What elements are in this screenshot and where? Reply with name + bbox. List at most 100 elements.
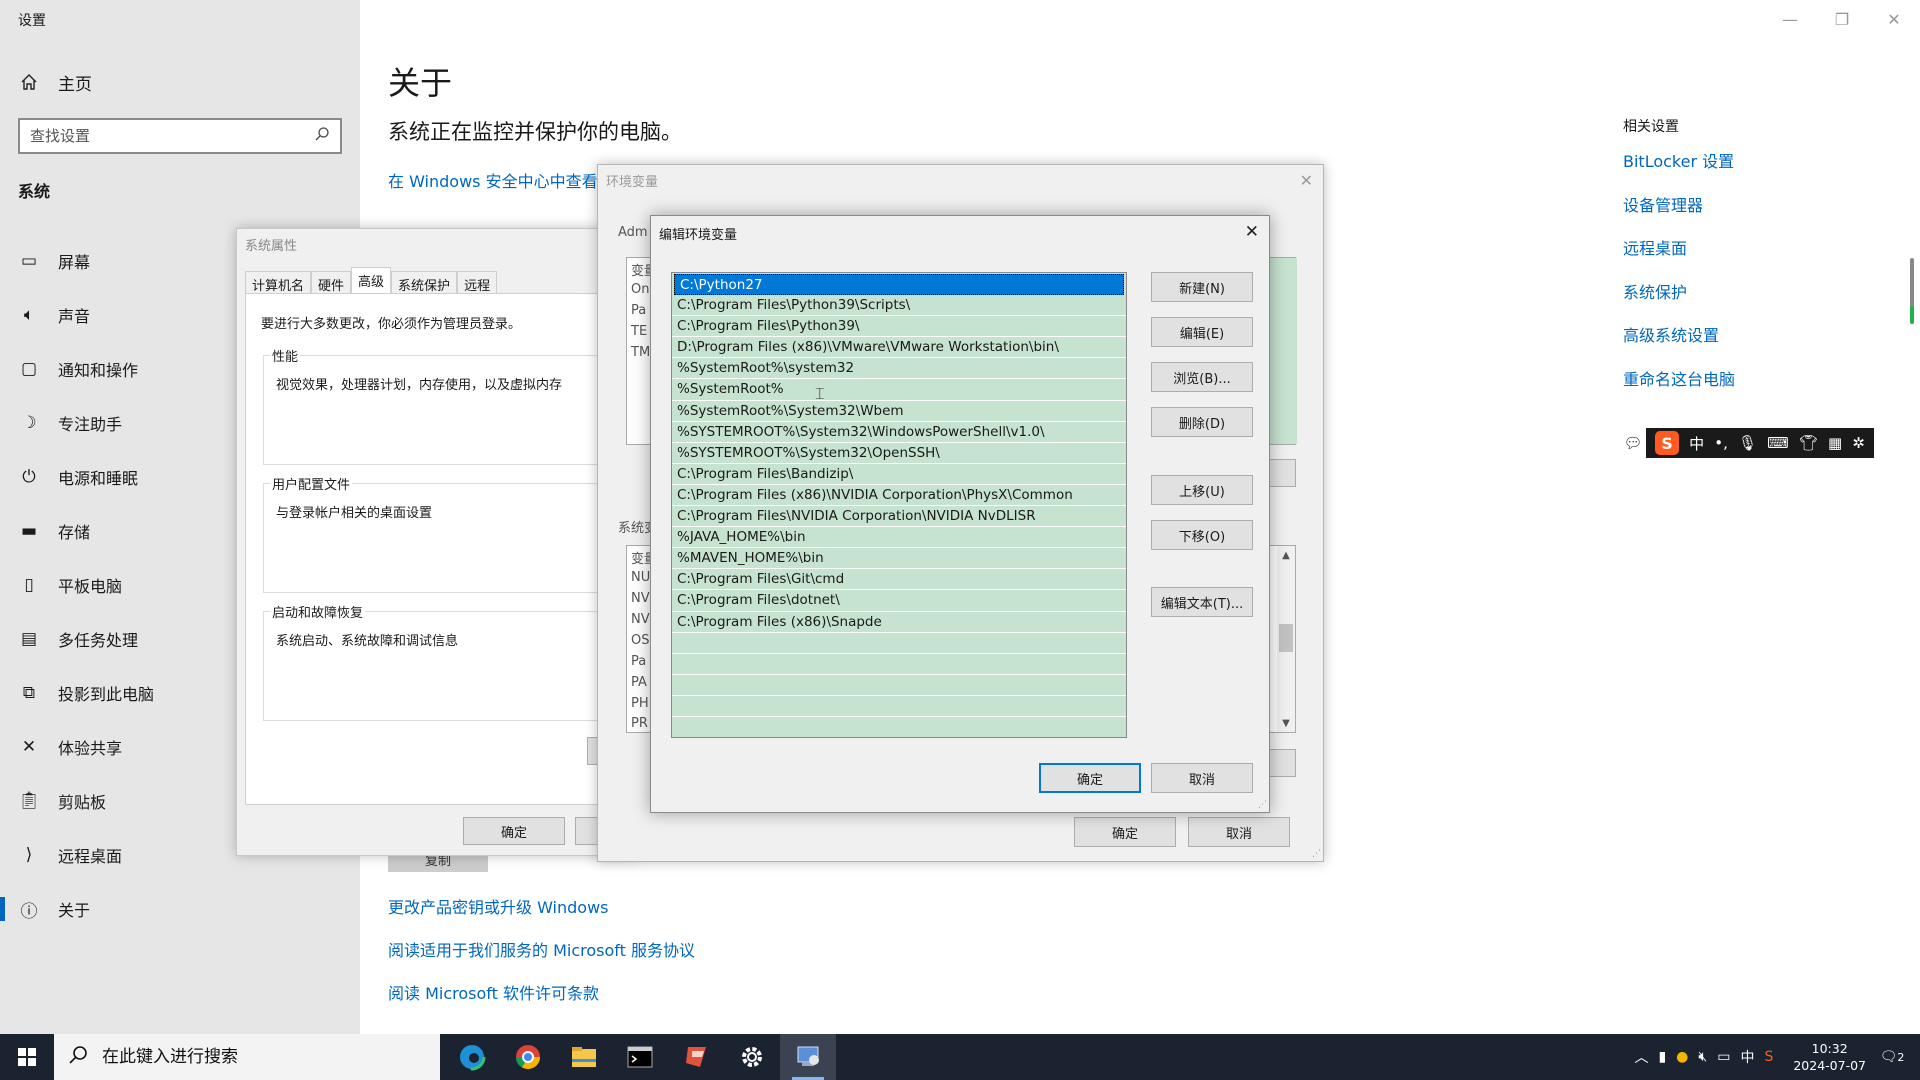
list-item[interactable]: C:\Program Files\Bandizip\ [672, 464, 1126, 485]
list-item[interactable]: C:\Program Files (x86)\Snapde [672, 612, 1126, 633]
list-item[interactable]: %SYSTEMROOT%\System32\OpenSSH\ [672, 443, 1126, 464]
browse-button[interactable]: 浏览(B)... [1151, 362, 1253, 392]
taskbar-search[interactable] [54, 1034, 440, 1080]
table-row[interactable]: Pa [631, 654, 646, 669]
table-row[interactable]: PA [631, 675, 647, 690]
table-row[interactable]: NV [631, 591, 650, 606]
ime-help-icon[interactable]: 💬︎ [1620, 434, 1646, 452]
rename-pc-link[interactable]: 重命名这台电脑 [1623, 366, 1883, 410]
ime-punctuation[interactable]: •, [1714, 434, 1728, 452]
restore-icon[interactable]: ❐ [1816, 0, 1868, 38]
terminal-icon[interactable] [612, 1034, 668, 1080]
chevron-up-icon[interactable]: ▲ [1277, 546, 1295, 564]
list-item-empty[interactable] [672, 696, 1126, 717]
scroll-thumb[interactable] [1279, 624, 1293, 652]
tab-computer-name[interactable]: 计算机名 [245, 271, 312, 294]
list-item[interactable]: C:\Program Files\NVIDIA Corporation\NVID… [672, 506, 1126, 528]
close-icon[interactable]: ✕ [1245, 222, 1259, 242]
user-delete-button[interactable] [1266, 459, 1296, 487]
system-variables-scrollbar[interactable]: ▲ ▼ [1277, 546, 1295, 732]
minimize-icon[interactable]: — [1764, 0, 1816, 38]
chevron-down-icon[interactable]: ▼ [1277, 714, 1295, 732]
list-item[interactable]: C:\Program Files\Python39\ [672, 316, 1126, 338]
list-item-empty[interactable] [672, 675, 1126, 696]
system-delete-button[interactable] [1266, 749, 1296, 777]
table-row[interactable]: TM [631, 345, 650, 360]
tab-advanced[interactable]: 高级 [351, 267, 392, 293]
sogou-logo-icon[interactable]: S [1655, 431, 1680, 455]
nav-item-about[interactable]: ⓘ 关于 [0, 882, 360, 936]
tab-system-protection[interactable]: 系统保护 [391, 271, 458, 294]
nav-home[interactable]: 主页 [18, 70, 92, 95]
cancel-button[interactable]: 取消 [1151, 763, 1253, 793]
list-item-selected[interactable]: C:\Python27 [674, 274, 1124, 296]
list-item-empty[interactable] [672, 633, 1126, 654]
list-item[interactable]: %MAVEN_HOME%\bin [672, 548, 1126, 570]
table-row[interactable]: PH [631, 696, 649, 711]
delete-button[interactable]: 删除(D) [1151, 407, 1253, 437]
table-row[interactable]: NV [631, 612, 650, 627]
list-item[interactable]: C:\Program Files\Python39\Scripts\ [672, 295, 1126, 317]
search-icon[interactable] [314, 126, 330, 146]
list-item-empty[interactable] [672, 717, 1126, 737]
list-item[interactable]: %SystemRoot% [672, 379, 1126, 401]
powerpoint-icon[interactable] [668, 1034, 724, 1080]
edge-icon[interactable] [444, 1034, 500, 1080]
start-button[interactable] [0, 1034, 54, 1080]
list-item[interactable]: C:\Program Files\dotnet\ [672, 590, 1126, 612]
resize-grip-icon[interactable]: ⋰ [1258, 800, 1267, 810]
sogou-tray-icon[interactable]: S [1764, 1049, 1773, 1065]
network-icon[interactable]: ▭ [1717, 1049, 1730, 1065]
path-entries-list[interactable]: C:\Python27 C:\Program Files\Python39\Sc… [671, 272, 1127, 738]
settings-search-input[interactable] [30, 127, 300, 145]
microphone-icon[interactable]: 🎙︎ [1738, 434, 1757, 452]
services-agreement-link[interactable]: 阅读适用于我们服务的 Microsoft 服务协议 [388, 937, 695, 961]
table-row[interactable]: PR [631, 716, 648, 731]
list-item[interactable]: %JAVA_HOME%\bin [672, 527, 1126, 549]
ok-button[interactable]: 确定 [463, 817, 565, 845]
table-row[interactable]: OS [631, 633, 649, 648]
move-up-button[interactable]: 上移(U) [1151, 475, 1253, 505]
table-row[interactable]: NU [631, 570, 650, 585]
ok-button[interactable]: 确定 [1039, 763, 1141, 793]
ime-mode[interactable]: 中 [1689, 433, 1704, 454]
security-center-link[interactable]: 在 Windows 安全中心中查看详 [388, 168, 614, 192]
settings-search[interactable] [18, 118, 342, 154]
move-down-button[interactable]: 下移(O) [1151, 520, 1253, 550]
settings-icon[interactable] [724, 1034, 780, 1080]
ok-button[interactable]: 确定 [1074, 817, 1176, 847]
close-icon[interactable]: ✕ [1868, 0, 1920, 38]
tray-app-icon[interactable]: ● [1676, 1049, 1688, 1065]
license-terms-link[interactable]: 阅读 Microsoft 软件许可条款 [388, 980, 599, 1004]
upgrade-windows-link[interactable]: 更改产品密钥或升级 Windows [388, 894, 609, 918]
list-item[interactable]: C:\Program Files (x86)\NVIDIA Corporatio… [672, 485, 1126, 507]
ime-settings-icon[interactable]: ✲ [1852, 434, 1865, 452]
taskbar-search-input[interactable] [102, 1047, 422, 1067]
advanced-system-settings-link[interactable]: 高级系统设置 [1623, 322, 1883, 366]
remote-desktop-link[interactable]: 远程桌面 [1623, 235, 1883, 279]
keyboard-icon[interactable]: ⌨ [1767, 434, 1789, 452]
usb-icon[interactable]: ▮ [1658, 1049, 1666, 1065]
cancel-button[interactable]: 取消 [1188, 817, 1290, 847]
control-panel-icon[interactable] [780, 1034, 836, 1080]
table-row[interactable]: TE [631, 324, 647, 339]
tab-hardware[interactable]: 硬件 [311, 271, 352, 294]
list-item[interactable]: %SystemRoot%\system32 [672, 358, 1126, 380]
list-item[interactable]: C:\Program Files\Git\cmd [672, 569, 1126, 591]
chrome-icon[interactable] [500, 1034, 556, 1080]
toolbox-icon[interactable]: ▦ [1828, 434, 1842, 452]
system-protection-link[interactable]: 系统保护 [1623, 279, 1883, 323]
file-explorer-icon[interactable] [556, 1034, 612, 1080]
tab-remote[interactable]: 远程 [457, 271, 498, 294]
list-item[interactable]: %SystemRoot%\System32\Wbem [672, 401, 1126, 422]
clock[interactable]: 10:32 2024-07-07 [1793, 1040, 1866, 1074]
resize-grip-icon[interactable]: ⋰ [1312, 849, 1321, 859]
list-item[interactable]: %SYSTEMROOT%\System32\WindowsPowerShell\… [672, 422, 1126, 443]
edit-text-button[interactable]: 编辑文本(T)... [1151, 587, 1253, 617]
bitlocker-link[interactable]: BitLocker 设置 [1623, 148, 1883, 192]
skin-icon[interactable]: 👕︎ [1799, 434, 1818, 452]
chevron-up-icon[interactable]: ︿ [1634, 1047, 1648, 1067]
table-row[interactable]: On [631, 282, 649, 297]
list-item[interactable]: D:\Program Files (x86)\VMware\VMware Wor… [672, 337, 1126, 359]
new-button[interactable]: 新建(N) [1151, 272, 1253, 302]
